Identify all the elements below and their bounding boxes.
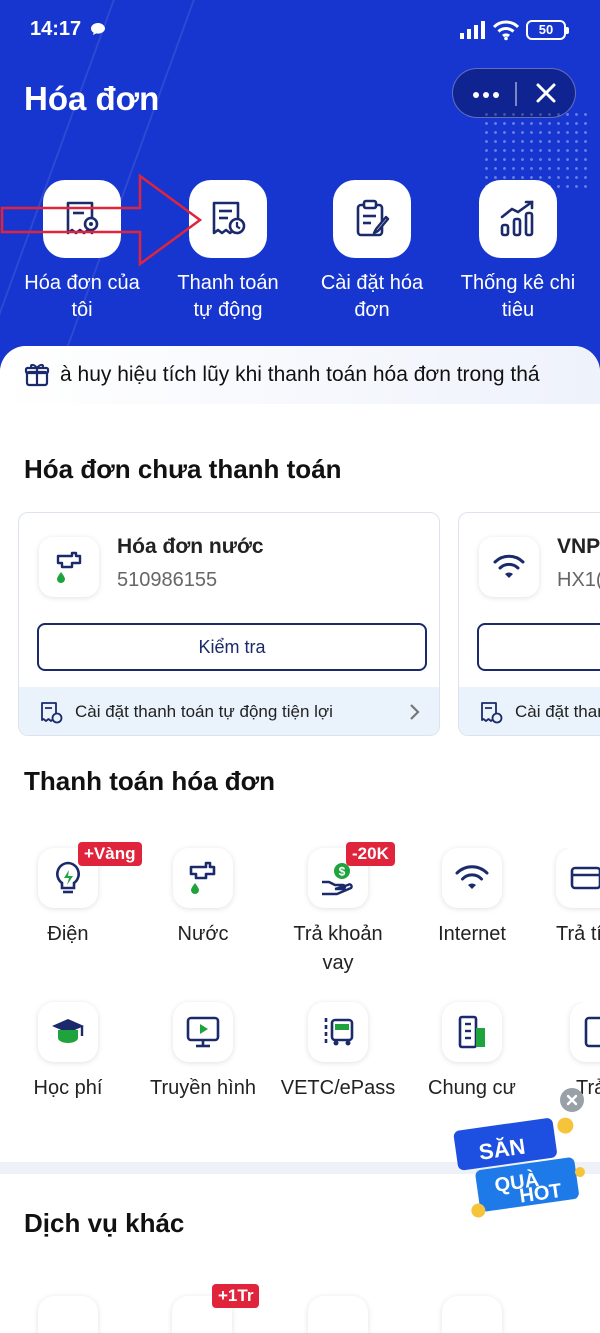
internet-icon <box>479 537 539 597</box>
battery-indicator: 50 <box>526 20 569 40</box>
more-icon <box>483 92 489 98</box>
quick-label: Cài đặt hóa đơn <box>320 272 424 321</box>
internet-icon <box>442 848 502 908</box>
bill-name: Hóa đơn nước <box>117 535 264 558</box>
signal-icon <box>460 21 485 39</box>
svg-text:$: $ <box>339 865 346 879</box>
promo-banner[interactable]: à huy hiệu tích lũy khi thanh toán hóa đ… <box>0 346 600 404</box>
quick-label: Hóa đơn của tôi <box>24 272 140 321</box>
bill-card-internet[interactable]: VNP HX1( Cài đặt than <box>458 512 600 736</box>
service-water[interactable]: Nước <box>143 848 263 949</box>
service-label: VETC/ePass <box>280 1077 396 1099</box>
service-label: Truyền hình <box>150 1077 256 1099</box>
service-label: Trả tí <box>556 923 600 945</box>
pay-section-title: Thanh toán hóa đơn <box>24 766 276 796</box>
autopay-text: Cài đặt than <box>515 702 600 721</box>
annotation-arrow-icon <box>0 173 203 267</box>
page-title: Hóa đơn <box>24 80 160 117</box>
service-other-4[interactable] <box>442 1296 502 1333</box>
water-icon <box>39 537 99 597</box>
service-tv[interactable]: Truyền hình <box>143 1002 263 1103</box>
auto-pay-icon <box>41 702 63 724</box>
more-service-icon <box>570 1002 600 1062</box>
service-vetc[interactable]: VETC/ePass <box>278 1002 398 1103</box>
service-apartment[interactable]: Chung cư <box>412 1002 532 1103</box>
service-credit[interactable]: Trả tí <box>548 848 600 949</box>
bill-card-water[interactable]: Hóa đơn nước 510986155 Kiểm tra Cài đặt … <box>18 512 440 736</box>
status-time: 14:17 <box>30 18 82 40</box>
bill-code: HX1( <box>557 569 600 591</box>
vetc-icon <box>308 1002 368 1062</box>
service-label: Điện <box>47 923 89 945</box>
service-label: Trả khoản vay <box>293 923 383 974</box>
wifi-icon <box>492 20 520 41</box>
check-button[interactable] <box>477 623 600 671</box>
unpaid-section-title: Hóa đơn chưa thanh toán <box>24 454 342 484</box>
service-label: Internet <box>438 923 506 945</box>
gold-badge: +Vàng <box>78 842 142 866</box>
bill-code: 510986155 <box>117 569 218 591</box>
quick-label: Thanh toán tự động <box>177 272 279 321</box>
hunt-gift-promo[interactable]: SĂN QUÀ HOT <box>452 1092 592 1232</box>
service-label: Nước <box>177 923 229 945</box>
auto-pay-icon <box>481 702 503 724</box>
service-other-3[interactable] <box>308 1296 368 1333</box>
quick-label: Thống kê chi tiêu <box>460 272 576 321</box>
bill-settings-icon <box>333 180 411 258</box>
discount-badge: -20K <box>346 842 395 866</box>
more-icon <box>493 92 499 98</box>
service-other-1[interactable] <box>38 1296 98 1333</box>
credit-icon <box>556 848 600 908</box>
tuition-icon <box>38 1002 98 1062</box>
more-icon <box>473 92 479 98</box>
other-section-title: Dịch vụ khác <box>24 1208 185 1238</box>
decor-dots <box>482 110 592 190</box>
gift-icon <box>24 364 50 387</box>
mini-app-capsule <box>452 68 576 118</box>
check-button[interactable]: Kiểm tra <box>37 623 427 671</box>
close-icon <box>536 83 556 103</box>
status-bar: 14:17 50 <box>0 0 600 60</box>
spending-stats-icon <box>479 180 557 258</box>
quick-spending-stats[interactable]: Thống kê chi tiêu <box>458 180 578 324</box>
promo-text: à huy hiệu tích lũy khi thanh toán hóa đ… <box>60 363 540 386</box>
autopay-text: Cài đặt thanh toán tự động tiện lợi <box>75 702 333 721</box>
bill-name: VNP <box>557 535 600 558</box>
chevron-right-icon <box>410 704 420 720</box>
autopay-setup-link[interactable]: Cài đặt thanh toán tự động tiện lợi <box>19 687 439 735</box>
tv-icon <box>173 1002 233 1062</box>
autopay-setup-link[interactable]: Cài đặt than <box>459 687 600 735</box>
apartment-icon <box>442 1002 502 1062</box>
service-tuition[interactable]: Học phí <box>8 1002 128 1103</box>
more-button[interactable] <box>453 69 515 119</box>
service-loan[interactable]: $ Trả khoản vay <box>278 848 398 978</box>
reward-badge: +1Tr <box>212 1284 260 1308</box>
promo-line-3: HOT <box>518 1180 563 1208</box>
service-label: Học phí <box>33 1077 103 1099</box>
message-icon <box>91 23 105 35</box>
water-icon <box>173 848 233 908</box>
service-internet[interactable]: Internet <box>412 848 532 949</box>
close-button[interactable] <box>516 69 576 119</box>
quick-bill-settings[interactable]: Cài đặt hóa đơn <box>312 180 432 324</box>
ticket-graphic: SĂN QUÀ HOT <box>453 1117 585 1218</box>
